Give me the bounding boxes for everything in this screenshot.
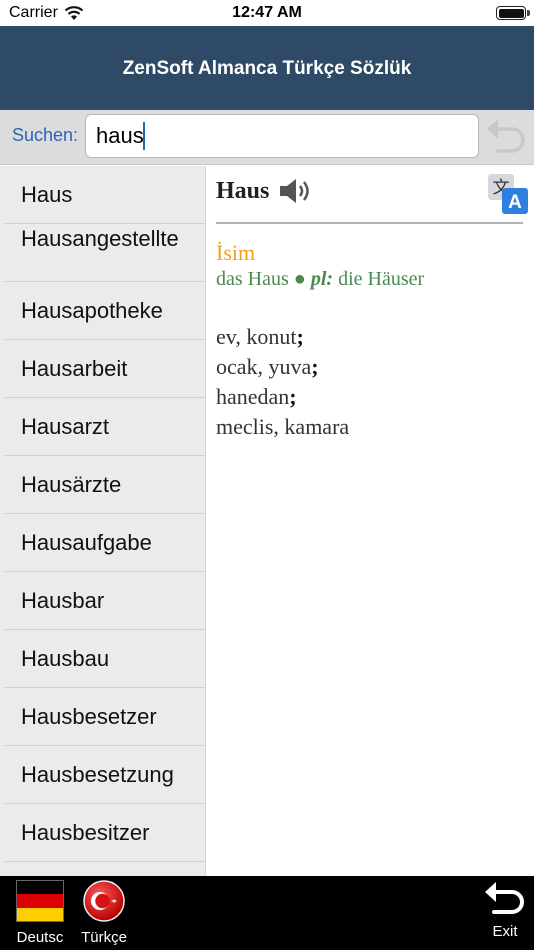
list-item[interactable]: Hausarbeit [5, 340, 205, 398]
search-bar: Suchen: [0, 110, 534, 165]
bullet: ● [293, 268, 306, 290]
german-label: Deutsc [16, 929, 64, 946]
word-list: Haus Hausangestellte Hausapotheke Hausar… [0, 166, 205, 876]
list-item[interactable]: Hausangestellte [5, 224, 205, 282]
app-header: ZenSoft Almanca Türkçe Sözlük [0, 26, 534, 110]
text-caret [143, 122, 145, 150]
translate-icon[interactable]: 文 A [488, 174, 528, 214]
list-item[interactable]: Haus [5, 166, 205, 224]
meaning-line: hanedan; [216, 384, 297, 409]
article-form: das Haus [216, 268, 289, 290]
turkish-button[interactable]: Türkçe [74, 880, 134, 948]
part-of-speech: İsim [216, 240, 256, 265]
list-divider [205, 166, 206, 876]
exit-button[interactable]: Exit [480, 878, 530, 948]
divider [216, 222, 523, 224]
plural-form: die Häuser [338, 268, 425, 290]
bottom-toolbar: Deutsc Türkçe Exit [0, 876, 534, 950]
exit-label: Exit [492, 923, 518, 940]
list-item[interactable]: Hausbau [5, 630, 205, 688]
list-item[interactable]: Hausärzte [5, 456, 205, 514]
search-label: Suchen: [12, 125, 79, 145]
list-item[interactable]: Hausapotheke [5, 282, 205, 340]
app-title: ZenSoft Almanca Türkçe Sözlük [122, 58, 412, 79]
list-item[interactable]: Hausbesetzung [5, 746, 205, 804]
undo-search-icon[interactable] [484, 113, 530, 157]
battery-icon [496, 6, 530, 20]
definition-panel: Haus 文 A İsim das Haus ● pl: die Häuser … [216, 166, 528, 876]
meaning-line: meclis, kamara [216, 414, 350, 439]
list-item[interactable]: Hausaufgabe [5, 514, 205, 572]
plural-label: pl: [310, 268, 334, 290]
clock: 12:47 AM [232, 4, 302, 21]
german-button[interactable]: Deutsc [10, 880, 70, 948]
svg-text:A: A [508, 192, 522, 213]
status-bar: Carrier 12:47 AM [0, 0, 534, 26]
list-item[interactable]: Hausarzt [5, 398, 205, 456]
grammar-line: das Haus ● pl: die Häuser [216, 268, 424, 291]
german-flag-icon [16, 880, 64, 922]
speaker-icon[interactable] [278, 176, 314, 206]
list-item[interactable]: Hausbesitzer [5, 804, 205, 862]
exit-icon [485, 882, 524, 914]
list-item[interactable]: Hausbar [5, 572, 205, 630]
meaning-line: ev, konut; [216, 324, 304, 349]
meaning-line: ocak, yuva; [216, 354, 319, 379]
turkish-label: Türkçe [81, 929, 127, 946]
turkish-flag-icon [83, 880, 125, 922]
list-item[interactable]: Hausbesetzer [5, 688, 205, 746]
headword: Haus [216, 178, 270, 204]
